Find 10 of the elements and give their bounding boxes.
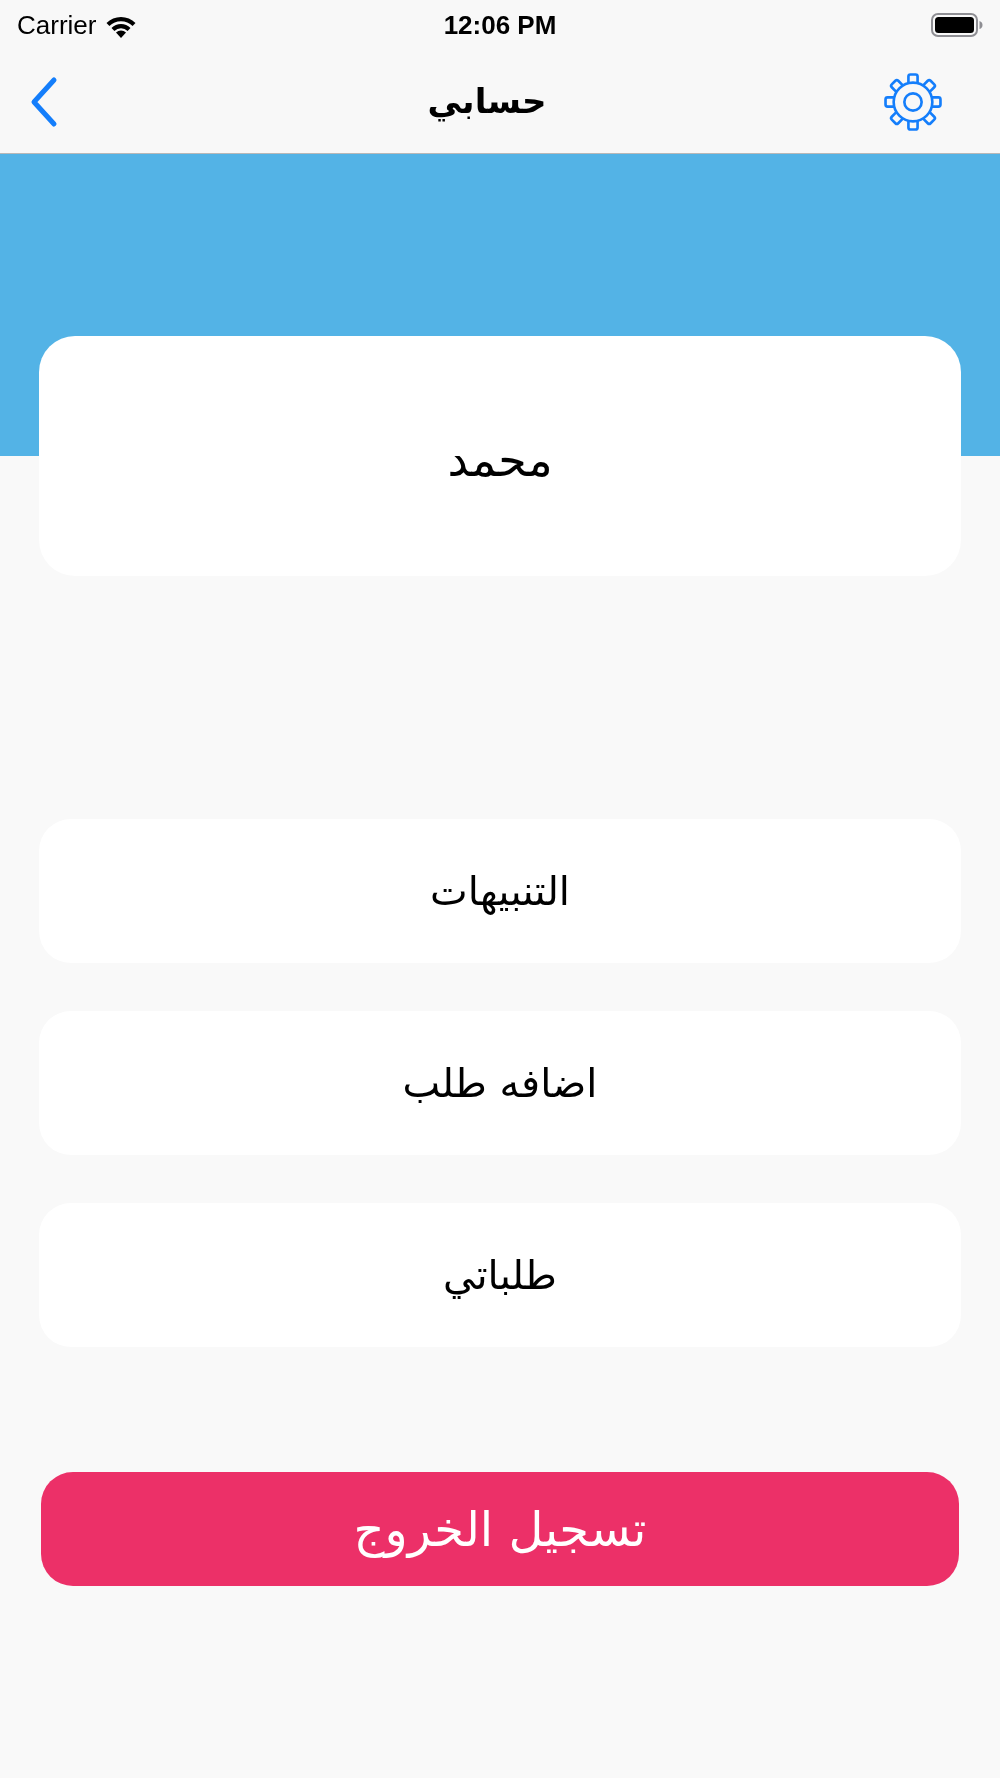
- menu-item[interactable]: اضافه طلب: [39, 1011, 961, 1155]
- menu-item[interactable]: طلباتي: [39, 1203, 961, 1347]
- menu-item[interactable]: التنبيهات: [39, 819, 961, 963]
- screen-title: حسابي: [427, 80, 547, 124]
- settings-icon[interactable]: [884, 72, 942, 131]
- status-time: 12:06 PM: [443, 8, 557, 42]
- carrier-label: Carrier: [17, 8, 97, 42]
- battery-icon: [931, 13, 983, 37]
- logout-button[interactable]: تسجيل الخروج: [41, 1472, 959, 1586]
- user-name: محمد: [447, 431, 553, 489]
